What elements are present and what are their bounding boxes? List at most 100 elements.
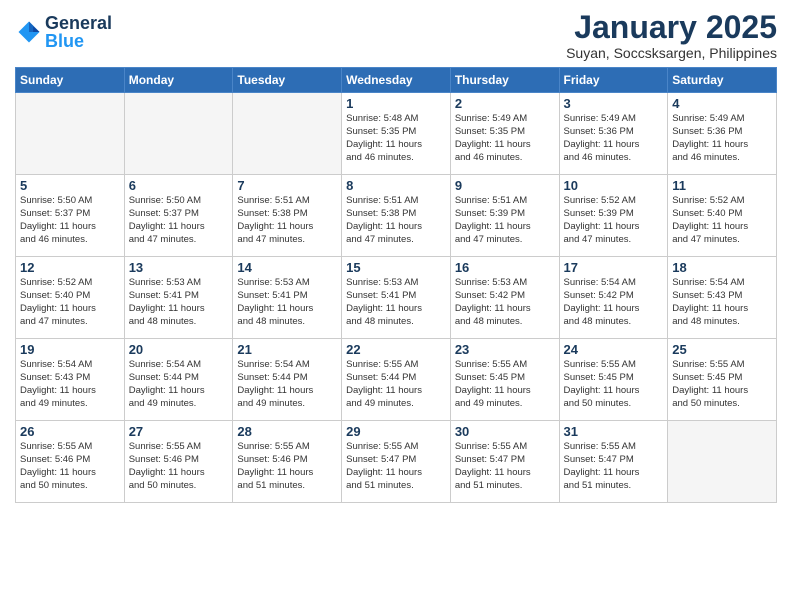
day-info: Sunrise: 5:55 AMSunset: 5:47 PMDaylight:… bbox=[455, 441, 555, 492]
day-info: Sunrise: 5:48 AMSunset: 5:35 PMDaylight:… bbox=[346, 113, 446, 164]
calendar-cell: 27 Sunrise: 5:55 AMSunset: 5:46 PMDayligh… bbox=[124, 421, 233, 503]
day-info: Sunrise: 5:49 AMSunset: 5:36 PMDaylight:… bbox=[564, 113, 664, 164]
day-number: 1 bbox=[346, 96, 446, 111]
day-number: 27 bbox=[129, 424, 229, 439]
day-header-thursday: Thursday bbox=[450, 68, 559, 93]
calendar-cell: 15 Sunrise: 5:53 AMSunset: 5:41 PMDayligh… bbox=[342, 257, 451, 339]
calendar-cell: 17Sunrise: 5:54 AMSunset: 5:42 PMDayligh… bbox=[559, 257, 668, 339]
day-info: Sunrise: 5:53 AMSunset: 5:42 PMDaylight:… bbox=[455, 277, 555, 328]
day-number: 9 bbox=[455, 178, 555, 193]
day-number: 16 bbox=[455, 260, 555, 275]
calendar-cell: 6 Sunrise: 5:50 AMSunset: 5:37 PMDaylight… bbox=[124, 175, 233, 257]
calendar-cell: 31Sunrise: 5:55 AMSunset: 5:47 PMDayligh… bbox=[559, 421, 668, 503]
calendar-cell bbox=[233, 93, 342, 175]
day-number: 24 bbox=[564, 342, 664, 357]
day-info: Sunrise: 5:51 AMSunset: 5:39 PMDaylight:… bbox=[455, 195, 555, 246]
day-number: 20 bbox=[129, 342, 229, 357]
day-number: 8 bbox=[346, 178, 446, 193]
calendar-cell: 25Sunrise: 5:55 AMSunset: 5:45 PMDayligh… bbox=[668, 339, 777, 421]
day-number: 26 bbox=[20, 424, 120, 439]
day-info: Sunrise: 5:55 AMSunset: 5:46 PMDaylight:… bbox=[129, 441, 229, 492]
day-info: Sunrise: 5:55 AMSunset: 5:45 PMDaylight:… bbox=[672, 359, 772, 410]
day-header-saturday: Saturday bbox=[668, 68, 777, 93]
day-header-tuesday: Tuesday bbox=[233, 68, 342, 93]
day-number: 6 bbox=[129, 178, 229, 193]
calendar-cell: 9 Sunrise: 5:51 AMSunset: 5:39 PMDaylight… bbox=[450, 175, 559, 257]
day-number: 7 bbox=[237, 178, 337, 193]
calendar-week-4: 19 Sunrise: 5:54 AMSunset: 5:43 PMDayligh… bbox=[16, 339, 777, 421]
calendar-week-2: 5 Sunrise: 5:50 AMSunset: 5:37 PMDaylight… bbox=[16, 175, 777, 257]
calendar-cell: 16 Sunrise: 5:53 AMSunset: 5:42 PMDayligh… bbox=[450, 257, 559, 339]
calendar-cell: 14 Sunrise: 5:53 AMSunset: 5:41 PMDayligh… bbox=[233, 257, 342, 339]
logo-icon bbox=[15, 18, 43, 46]
calendar-cell: 30 Sunrise: 5:55 AMSunset: 5:47 PMDayligh… bbox=[450, 421, 559, 503]
day-info: Sunrise: 5:55 AMSunset: 5:46 PMDaylight:… bbox=[237, 441, 337, 492]
calendar-cell: 1 Sunrise: 5:48 AMSunset: 5:35 PMDaylight… bbox=[342, 93, 451, 175]
day-header-monday: Monday bbox=[124, 68, 233, 93]
day-number: 12 bbox=[20, 260, 120, 275]
calendar-cell bbox=[16, 93, 125, 175]
location-subtitle: Suyan, Soccsksargen, Philippines bbox=[566, 45, 777, 61]
calendar-cell: 11 Sunrise: 5:52 AMSunset: 5:40 PMDayligh… bbox=[668, 175, 777, 257]
calendar-cell: 12 Sunrise: 5:52 AMSunset: 5:40 PMDayligh… bbox=[16, 257, 125, 339]
calendar-cell: 8 Sunrise: 5:51 AMSunset: 5:38 PMDaylight… bbox=[342, 175, 451, 257]
logo: General Blue bbox=[15, 14, 112, 50]
day-info: Sunrise: 5:54 AMSunset: 5:44 PMDaylight:… bbox=[237, 359, 337, 410]
day-info: Sunrise: 5:54 AMSunset: 5:44 PMDaylight:… bbox=[129, 359, 229, 410]
calendar-cell: 18Sunrise: 5:54 AMSunset: 5:43 PMDayligh… bbox=[668, 257, 777, 339]
day-info: Sunrise: 5:49 AMSunset: 5:35 PMDaylight:… bbox=[455, 113, 555, 164]
day-info: Sunrise: 5:53 AMSunset: 5:41 PMDaylight:… bbox=[237, 277, 337, 328]
calendar-cell: 26 Sunrise: 5:55 AMSunset: 5:46 PMDayligh… bbox=[16, 421, 125, 503]
calendar-cell: 21 Sunrise: 5:54 AMSunset: 5:44 PMDayligh… bbox=[233, 339, 342, 421]
day-number: 14 bbox=[237, 260, 337, 275]
header-row: SundayMondayTuesdayWednesdayThursdayFrid… bbox=[16, 68, 777, 93]
day-number: 10 bbox=[564, 178, 664, 193]
calendar-week-3: 12 Sunrise: 5:52 AMSunset: 5:40 PMDayligh… bbox=[16, 257, 777, 339]
day-number: 11 bbox=[672, 178, 772, 193]
day-info: Sunrise: 5:52 AMSunset: 5:39 PMDaylight:… bbox=[564, 195, 664, 246]
day-header-sunday: Sunday bbox=[16, 68, 125, 93]
calendar-week-5: 26 Sunrise: 5:55 AMSunset: 5:46 PMDayligh… bbox=[16, 421, 777, 503]
day-number: 29 bbox=[346, 424, 446, 439]
page: General Blue January 2025 Suyan, Soccsks… bbox=[0, 0, 792, 612]
day-info: Sunrise: 5:55 AMSunset: 5:47 PMDaylight:… bbox=[346, 441, 446, 492]
day-info: Sunrise: 5:50 AMSunset: 5:37 PMDaylight:… bbox=[129, 195, 229, 246]
day-number: 5 bbox=[20, 178, 120, 193]
day-info: Sunrise: 5:54 AMSunset: 5:43 PMDaylight:… bbox=[20, 359, 120, 410]
calendar-cell: 4Sunrise: 5:49 AMSunset: 5:36 PMDaylight… bbox=[668, 93, 777, 175]
day-number: 21 bbox=[237, 342, 337, 357]
day-info: Sunrise: 5:50 AMSunset: 5:37 PMDaylight:… bbox=[20, 195, 120, 246]
day-info: Sunrise: 5:55 AMSunset: 5:46 PMDaylight:… bbox=[20, 441, 120, 492]
day-number: 23 bbox=[455, 342, 555, 357]
calendar-body: 1 Sunrise: 5:48 AMSunset: 5:35 PMDaylight… bbox=[16, 93, 777, 503]
title-area: January 2025 Suyan, Soccsksargen, Philip… bbox=[566, 10, 777, 61]
day-info: Sunrise: 5:52 AMSunset: 5:40 PMDaylight:… bbox=[672, 195, 772, 246]
day-info: Sunrise: 5:55 AMSunset: 5:44 PMDaylight:… bbox=[346, 359, 446, 410]
day-info: Sunrise: 5:55 AMSunset: 5:45 PMDaylight:… bbox=[564, 359, 664, 410]
calendar-cell bbox=[668, 421, 777, 503]
calendar-cell: 29 Sunrise: 5:55 AMSunset: 5:47 PMDayligh… bbox=[342, 421, 451, 503]
day-number: 4 bbox=[672, 96, 772, 111]
day-info: Sunrise: 5:55 AMSunset: 5:45 PMDaylight:… bbox=[455, 359, 555, 410]
calendar-cell: 24 Sunrise: 5:55 AMSunset: 5:45 PMDayligh… bbox=[559, 339, 668, 421]
day-number: 15 bbox=[346, 260, 446, 275]
calendar-cell: 2Sunrise: 5:49 AMSunset: 5:35 PMDaylight… bbox=[450, 93, 559, 175]
header: General Blue January 2025 Suyan, Soccsks… bbox=[15, 10, 777, 61]
day-info: Sunrise: 5:53 AMSunset: 5:41 PMDaylight:… bbox=[129, 277, 229, 328]
calendar-cell: 23 Sunrise: 5:55 AMSunset: 5:45 PMDayligh… bbox=[450, 339, 559, 421]
day-info: Sunrise: 5:55 AMSunset: 5:47 PMDaylight:… bbox=[564, 441, 664, 492]
logo-text: General Blue bbox=[45, 14, 112, 50]
day-info: Sunrise: 5:53 AMSunset: 5:41 PMDaylight:… bbox=[346, 277, 446, 328]
day-number: 28 bbox=[237, 424, 337, 439]
month-title: January 2025 bbox=[566, 10, 777, 45]
day-number: 19 bbox=[20, 342, 120, 357]
calendar-cell: 7 Sunrise: 5:51 AMSunset: 5:38 PMDaylight… bbox=[233, 175, 342, 257]
day-number: 30 bbox=[455, 424, 555, 439]
day-info: Sunrise: 5:52 AMSunset: 5:40 PMDaylight:… bbox=[20, 277, 120, 328]
day-info: Sunrise: 5:51 AMSunset: 5:38 PMDaylight:… bbox=[237, 195, 337, 246]
day-header-friday: Friday bbox=[559, 68, 668, 93]
calendar-cell: 3Sunrise: 5:49 AMSunset: 5:36 PMDaylight… bbox=[559, 93, 668, 175]
calendar-cell: 10 Sunrise: 5:52 AMSunset: 5:39 PMDayligh… bbox=[559, 175, 668, 257]
day-info: Sunrise: 5:51 AMSunset: 5:38 PMDaylight:… bbox=[346, 195, 446, 246]
day-info: Sunrise: 5:54 AMSunset: 5:43 PMDaylight:… bbox=[672, 277, 772, 328]
